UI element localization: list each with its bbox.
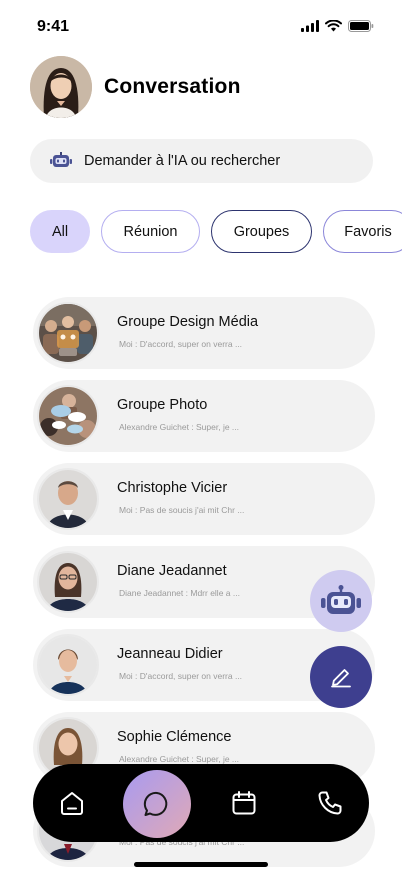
- pencil-icon: [331, 669, 351, 688]
- wifi-icon: [325, 20, 342, 32]
- home-indicator: [134, 862, 268, 867]
- conversation-item[interactable]: Groupe Photo Alexandre Guichet : Super, …: [33, 380, 375, 452]
- conversation-name: Groupe Photo: [117, 397, 208, 413]
- robot-icon: [50, 152, 72, 167]
- conversation-item[interactable]: Christophe Vicier Moi : Pas de soucis j'…: [33, 463, 375, 535]
- conversation-preview: Alexandre Guichet : Super, je ...: [119, 422, 240, 432]
- nav-home[interactable]: [42, 764, 102, 842]
- conversation-name: Diane Jeadannet: [117, 563, 227, 579]
- conversation-preview: Moi : D'accord, super on verra ...: [119, 671, 243, 681]
- page-title: Conversation: [104, 75, 241, 98]
- ai-assistant-button[interactable]: [310, 570, 372, 632]
- nav-calendar[interactable]: [214, 764, 274, 842]
- filter-chip-label: Favoris: [344, 223, 392, 240]
- filter-chips: All Réunion Groupes Favoris: [30, 210, 402, 253]
- filter-chip-groupes[interactable]: Groupes: [211, 210, 312, 253]
- conversation-preview: Moi : Pas de soucis j'ai mit Chr ...: [119, 505, 245, 515]
- search-bar[interactable]: Demander à l'IA ou rechercher: [30, 139, 373, 183]
- conversation-preview: Moi : D'accord, super on verra ...: [119, 339, 243, 349]
- phone-icon: [318, 791, 342, 815]
- nav-chat[interactable]: [123, 770, 191, 838]
- filter-chip-all[interactable]: All: [30, 210, 90, 253]
- contact-avatar: [37, 551, 99, 613]
- filter-chip-label: All: [51, 223, 69, 240]
- conversation-preview: Diane Jeadannet : Mdrr elle a ...: [119, 588, 240, 598]
- conversation-name: Jeanneau Didier: [117, 646, 223, 662]
- conversation-item[interactable]: Groupe Design Média Moi : D'accord, supe…: [33, 297, 375, 369]
- search-placeholder: Demander à l'IA ou rechercher: [84, 153, 281, 169]
- conversation-name: Christophe Vicier: [117, 480, 228, 496]
- nav-phone[interactable]: [300, 764, 360, 842]
- group-avatar: [37, 302, 99, 364]
- chat-icon: [143, 791, 168, 816]
- header: Conversation: [30, 56, 241, 118]
- filter-chip-label: Groupes: [233, 223, 290, 240]
- profile-avatar[interactable]: [30, 56, 92, 118]
- robot-icon: [321, 585, 361, 614]
- filter-chip-favoris[interactable]: Favoris: [323, 210, 402, 253]
- contact-avatar: [37, 468, 99, 530]
- status-icons: [301, 20, 374, 32]
- conversation-preview: Alexandre Guichet : Super, je ...: [119, 754, 240, 764]
- calendar-icon: [232, 791, 256, 815]
- new-message-button[interactable]: [310, 646, 372, 708]
- conversation-name: Groupe Design Média: [117, 314, 259, 330]
- bottom-nav: [33, 764, 369, 842]
- status-bar: 9:41: [0, 0, 402, 54]
- filter-chip-label: Réunion: [123, 223, 178, 240]
- filter-chip-reunion[interactable]: Réunion: [101, 210, 200, 253]
- conversation-name: Sophie Clémence: [117, 729, 232, 745]
- profile-avatar-image: [30, 56, 92, 118]
- contact-avatar: [37, 634, 99, 696]
- home-icon: [61, 792, 83, 815]
- status-time: 9:41: [37, 18, 70, 35]
- battery-icon: [348, 20, 374, 32]
- group-avatar: [37, 385, 99, 447]
- signal-icon: [301, 20, 319, 32]
